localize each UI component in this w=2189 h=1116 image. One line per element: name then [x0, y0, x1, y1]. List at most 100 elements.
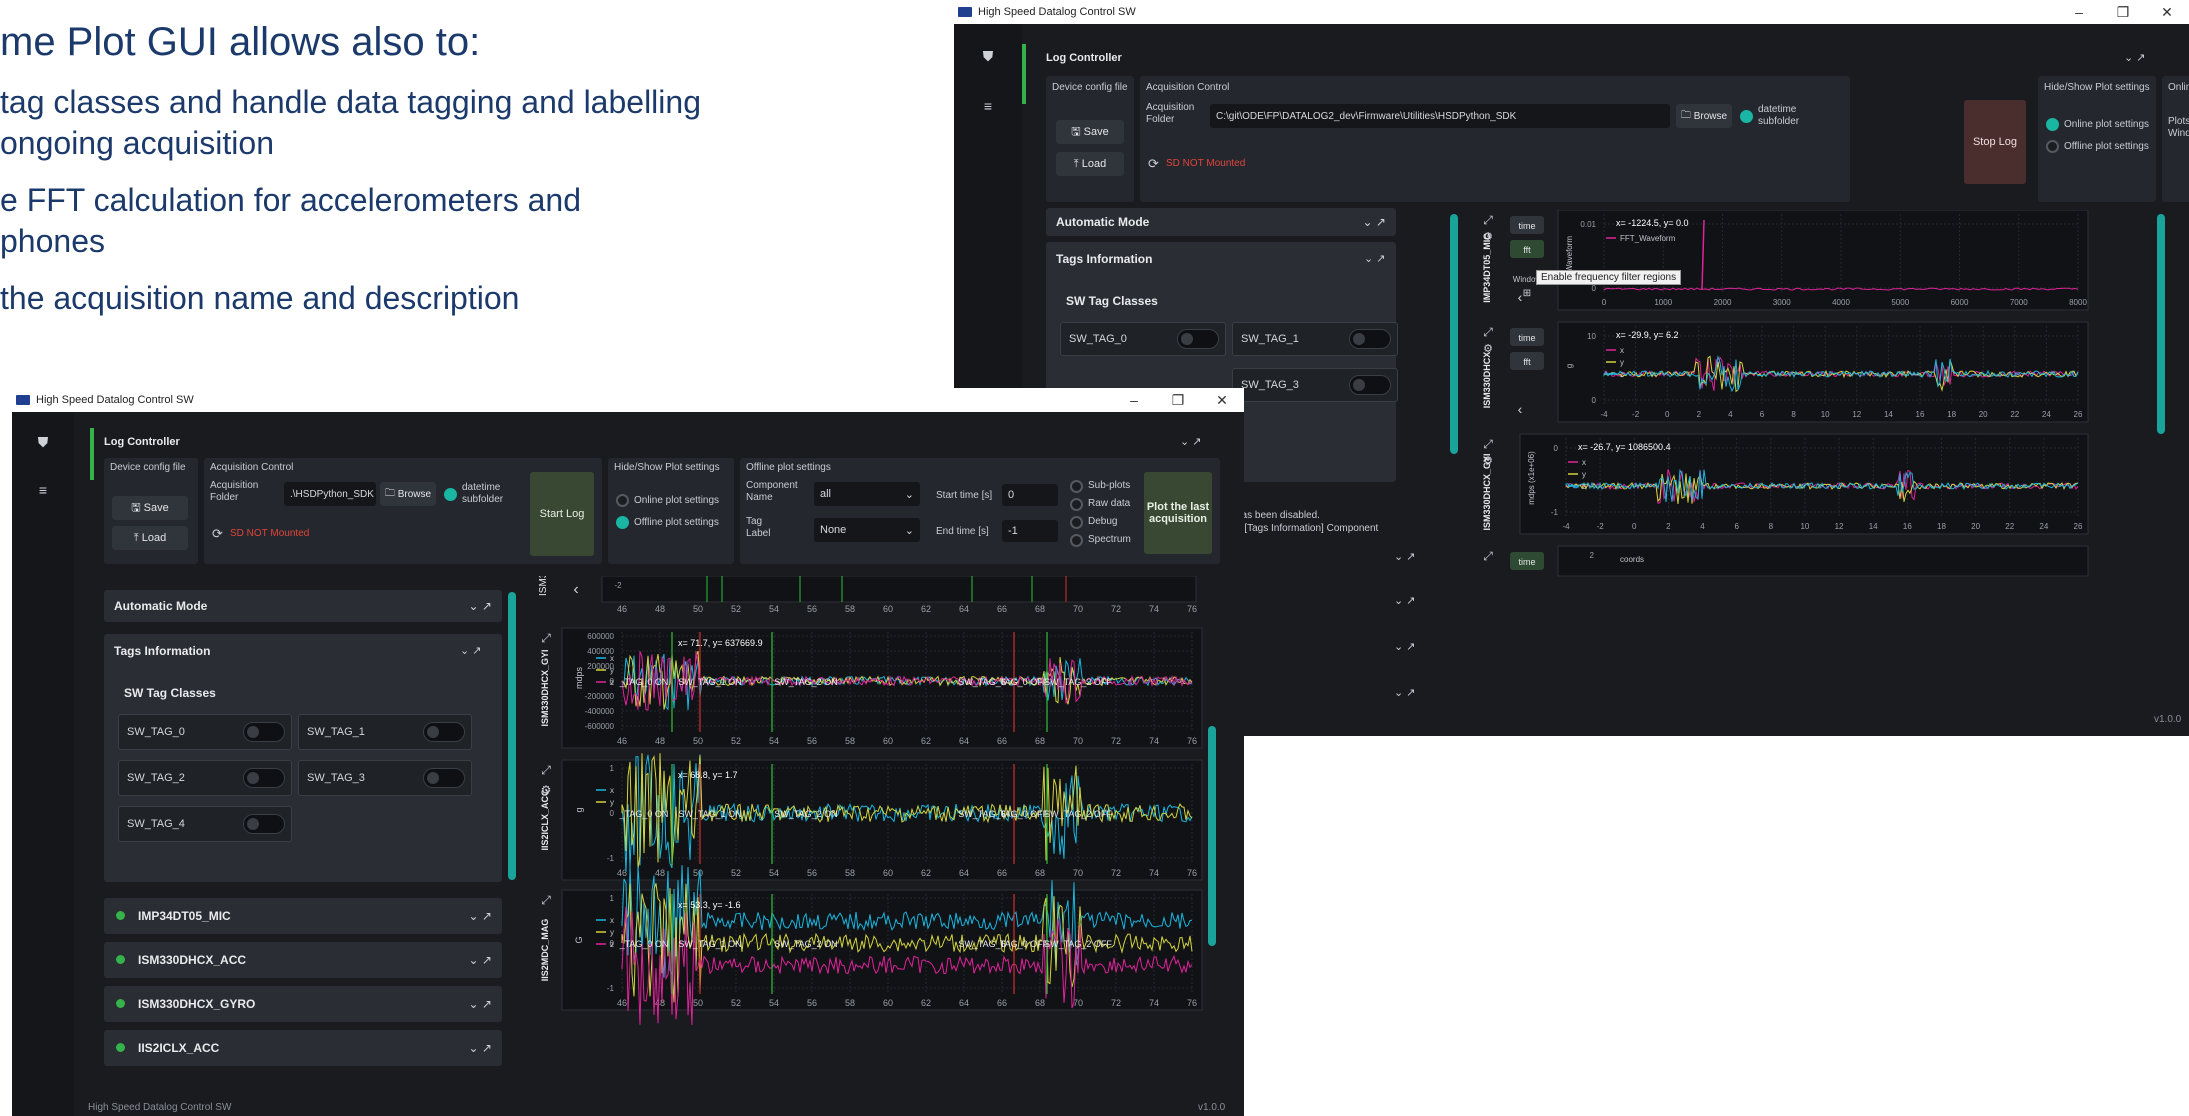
offline-radio[interactable] — [2046, 140, 2059, 153]
back-plot-scrollbar[interactable] — [2157, 214, 2165, 434]
end-time-input[interactable]: -1 — [1002, 520, 1058, 542]
x-tick: 70 — [1073, 868, 1083, 878]
front-window-title: High Speed Datalog Control SW — [36, 394, 194, 406]
plot-2: ⤢⚙IIS2ICLX_ACC g10-146 48 50 52 54 56 58 60 62 64 6… — [540, 753, 1203, 881]
sliders-icon[interactable]: ≡ — [954, 98, 1022, 114]
offline-label: Offline plot settings — [634, 517, 719, 528]
tag-annotation: TAG_0 OFF — [1000, 677, 1049, 687]
collapse-icon[interactable]: ⌄ ↗ — [1180, 435, 1202, 448]
expand-icon[interactable]: ⌄ ↗ — [1364, 252, 1386, 265]
left-panel-scrollbar[interactable] — [508, 592, 516, 880]
x-tick: 20 — [1979, 410, 1988, 419]
save-button[interactable]: 🖫 Save — [1056, 120, 1124, 144]
component-imp34dt05-mic[interactable]: IMP34DT05_MIC ⌄ ↗ — [104, 898, 502, 934]
start-time-input[interactable]: 0 — [1002, 484, 1058, 506]
browse-button[interactable]: 🗀 Browse — [1676, 104, 1732, 128]
debug-check[interactable] — [1070, 516, 1083, 529]
version-label: v1.0.0 — [1198, 1102, 1226, 1113]
browse-button[interactable]: 🗀 Browse — [380, 482, 436, 506]
expand-icon[interactable]: ⌄ ↗ — [1394, 640, 1416, 653]
time-button-label: time — [1518, 221, 1535, 231]
subplots-check[interactable] — [1070, 480, 1083, 493]
expand-icon[interactable]: ⌄ ↗ — [469, 997, 492, 1011]
component-name: IMP34DT05_MIC — [138, 909, 231, 923]
sw-tag-classes-title: SW Tag Classes — [1066, 294, 1158, 308]
refresh-icon[interactable]: ⟳ — [212, 526, 223, 542]
maximize-button[interactable]: ❐ — [2101, 4, 2145, 21]
x-tick: -2 — [1632, 410, 1640, 419]
tag-toggle[interactable] — [243, 722, 285, 742]
expand-icon[interactable]: ⌄ ↗ — [1394, 550, 1416, 563]
tag-toggle[interactable] — [1349, 375, 1391, 395]
minimize-button[interactable]: – — [2057, 4, 2101, 21]
legend-label: FFT_Waveform — [1620, 234, 1676, 243]
datetime-toggle[interactable] — [444, 488, 457, 501]
component-iis2iclx-acc[interactable]: IIS2ICLX_ACC ⌄ ↗ — [104, 1030, 502, 1066]
x-tick: 3000 — [1773, 298, 1791, 307]
tag-toggle[interactable] — [423, 722, 465, 742]
plot-scrollbar[interactable] — [1208, 726, 1216, 946]
tag-toggle[interactable] — [243, 768, 285, 788]
expand-icon[interactable]: ⌄ ↗ — [469, 953, 492, 967]
folder-icon: 🗀 — [384, 487, 398, 499]
expand-icon[interactable]: ⌄ ↗ — [1394, 686, 1416, 699]
acq-folder-input[interactable]: .\HSDPython_SDK — [284, 482, 376, 506]
back-plot-3: ⤢⚙ISM330DHCX_GYI mdps (x1e+06)0-1-4 -2 0 2 4 6… — [1482, 433, 2089, 535]
refresh-icon[interactable]: ⟳ — [1148, 156, 1159, 172]
expand-icon[interactable]: ⌄ ↗ — [460, 644, 482, 657]
browse-label: Browse — [1693, 110, 1728, 122]
acq-folder-input[interactable]: C:\git\ODE\FP\DATALOG2_dev\Firmware\Util… — [1210, 104, 1670, 128]
expand-icon[interactable]: ⌄ ↗ — [1394, 594, 1416, 607]
online-radio[interactable] — [616, 494, 629, 507]
time-button-label: time — [1518, 557, 1535, 567]
component-ism330dhcx-gyro[interactable]: ISM330DHCX_GYRO ⌄ ↗ — [104, 986, 502, 1022]
save-button[interactable]: 🖫 Save — [112, 496, 188, 520]
collapse-icon[interactable]: ⌄ ↗ — [2124, 51, 2146, 64]
online-label: Online plot settings — [2064, 119, 2150, 130]
plot-last-acquisition-button[interactable]: Plot the last acquisition — [1144, 472, 1212, 554]
expand-icon[interactable]: ⌄ ↗ — [469, 1041, 492, 1055]
automatic-mode-section[interactable]: Automatic Mode ⌄ ↗ — [104, 590, 502, 622]
tag-toggle[interactable] — [243, 814, 285, 834]
chevron-down-icon: ⌄ — [904, 524, 914, 537]
tag-label-select[interactable]: None ⌄ — [814, 518, 920, 542]
tag-toggle[interactable] — [1177, 329, 1219, 349]
spectrum-check[interactable] — [1070, 534, 1083, 547]
start-log-button[interactable]: Start Log — [530, 472, 594, 556]
sliders-icon[interactable]: ≡ — [12, 482, 74, 498]
online-radio[interactable] — [2046, 118, 2059, 131]
cursor-readout: x= -26.7, y= 1086500.4 — [1578, 442, 1671, 452]
x-tick: 76 — [1187, 736, 1197, 746]
fft-button-label: fft — [1523, 357, 1531, 367]
offline-radio[interactable] — [616, 516, 629, 529]
expand-icon[interactable]: ⌄ ↗ — [469, 599, 492, 613]
component-name: ISM330DHCX_ACC — [138, 953, 247, 967]
close-button[interactable]: ✕ — [1200, 392, 1244, 409]
component-ism330dhcx-acc[interactable]: ISM330DHCX_ACC ⌄ ↗ — [104, 942, 502, 978]
load-button[interactable]: ⤒ Load — [1056, 152, 1124, 176]
close-button[interactable]: ✕ — [2145, 4, 2189, 21]
tag-toggle[interactable] — [423, 768, 465, 788]
minimize-button[interactable]: – — [1112, 392, 1156, 409]
plug-icon[interactable]: ⛊ — [12, 434, 74, 451]
expand-plot-icon: ⤢ — [540, 893, 551, 907]
component-name-select[interactable]: all ⌄ — [814, 482, 920, 506]
stop-log-button[interactable]: Stop Log — [1964, 100, 2026, 184]
expand-icon[interactable]: ⌄ ↗ — [1363, 215, 1386, 229]
plug-icon[interactable]: ⛊ — [954, 48, 1022, 65]
browse-label: Browse — [397, 488, 432, 500]
datetime-toggle[interactable] — [1740, 110, 1753, 123]
x-tick: 18 — [1937, 522, 1946, 531]
back-left-scrollbar[interactable] — [1450, 214, 1458, 454]
raw-data-check[interactable] — [1070, 498, 1083, 511]
x-tick: 58 — [845, 868, 855, 878]
back-automatic-mode-section[interactable]: Automatic Mode ⌄ ↗ — [1046, 208, 1396, 236]
fft-button-label: fft — [1523, 245, 1531, 255]
load-button[interactable]: ⤒ Load — [112, 526, 188, 550]
x-tick: 68 — [1035, 736, 1045, 746]
maximize-button[interactable]: ❐ — [1156, 392, 1200, 409]
expand-icon[interactable]: ⌄ ↗ — [469, 909, 492, 923]
expand-plot-icon: ⤢ — [540, 631, 551, 645]
tag-toggle[interactable] — [1349, 329, 1391, 349]
datetime-label: datetime subfolder — [462, 482, 504, 505]
